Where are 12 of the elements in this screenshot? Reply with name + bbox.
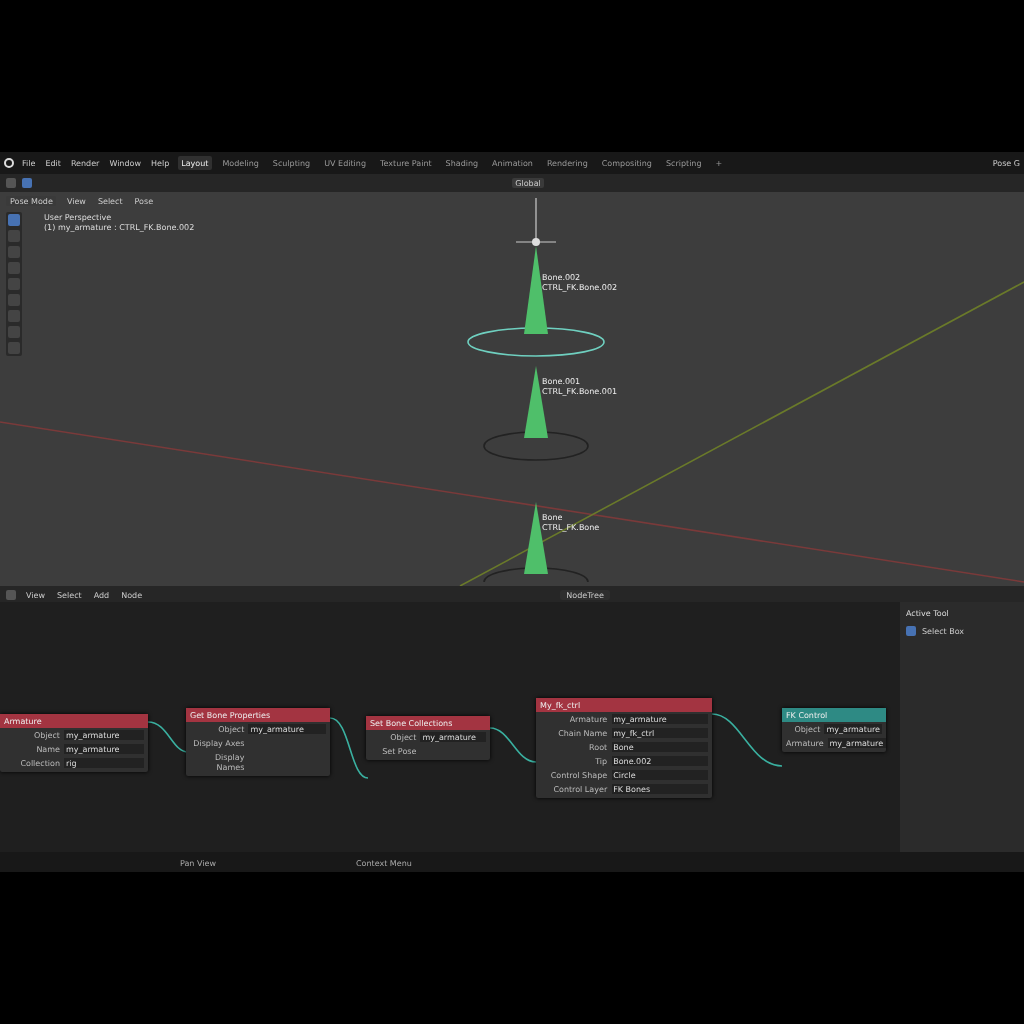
select-mode-icon[interactable] (22, 178, 32, 188)
select-box-icon[interactable] (906, 626, 916, 636)
control-ring[interactable] (467, 327, 605, 357)
node-link (329, 717, 369, 779)
editor-type-icon[interactable] (6, 589, 16, 599)
node-link (147, 721, 189, 753)
node-link (489, 727, 537, 763)
node-link (711, 713, 783, 767)
axis-gizmo-drawing (515, 198, 557, 246)
select-tool-icon[interactable] (8, 214, 20, 226)
app-logo-icon[interactable] (4, 158, 14, 168)
control-ring[interactable] (483, 431, 589, 461)
